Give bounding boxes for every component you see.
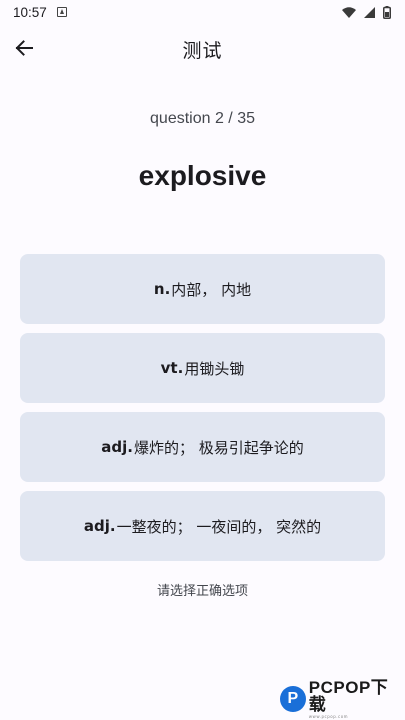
- option-meaning: 用锄头锄: [184, 359, 245, 378]
- watermark-text: PCPOP下载 www.pcpop.com: [309, 679, 405, 719]
- status-right: [342, 5, 391, 19]
- pcpop-watermark: P PCPOP下载 www.pcpop.com: [280, 679, 405, 719]
- watermark-title: PCPOP下载: [308, 678, 389, 714]
- status-time: 10:57: [13, 4, 47, 20]
- option-meaning: 一整夜的； 一夜间的， 突然的: [116, 517, 322, 536]
- quiz-word: explosive: [138, 160, 267, 191]
- watermark-subtext: www.pcpop.com: [308, 714, 349, 719]
- battery-icon: [383, 5, 391, 19]
- option-part-of-speech: adj.: [101, 438, 133, 456]
- option-part-of-speech: adj.: [83, 517, 116, 535]
- wifi-icon: [342, 6, 356, 18]
- answer-option-3[interactable]: adj. 爆炸的； 极易引起争论的: [20, 412, 385, 482]
- status-left: 10:57: [13, 5, 67, 20]
- status-bar: 10:57: [0, 0, 405, 24]
- answer-option-1[interactable]: n. 内部， 内地: [20, 254, 385, 324]
- quiz-screen: 10:57 测试 question 2 / 35 explosive n. 内部…: [0, 0, 405, 720]
- option-part-of-speech: vt.: [160, 359, 184, 377]
- question-counter: question 2 / 35: [150, 110, 255, 127]
- option-meaning: 内部， 内地: [171, 280, 252, 299]
- notification-a-icon: [56, 7, 67, 17]
- answer-option-4[interactable]: adj. 一整夜的； 一夜间的， 突然的: [20, 491, 385, 561]
- pcpop-logo-icon: P: [280, 686, 306, 712]
- option-part-of-speech: n.: [153, 280, 171, 298]
- app-bar: 测试: [0, 24, 405, 72]
- selection-hint: 请选择正确选项: [156, 584, 248, 599]
- page-title: 测试: [182, 40, 223, 62]
- option-meaning: 爆炸的； 极易引起争论的: [133, 438, 304, 457]
- cell-signal-icon: [364, 6, 375, 18]
- answer-option-2[interactable]: vt. 用锄头锄: [20, 333, 385, 403]
